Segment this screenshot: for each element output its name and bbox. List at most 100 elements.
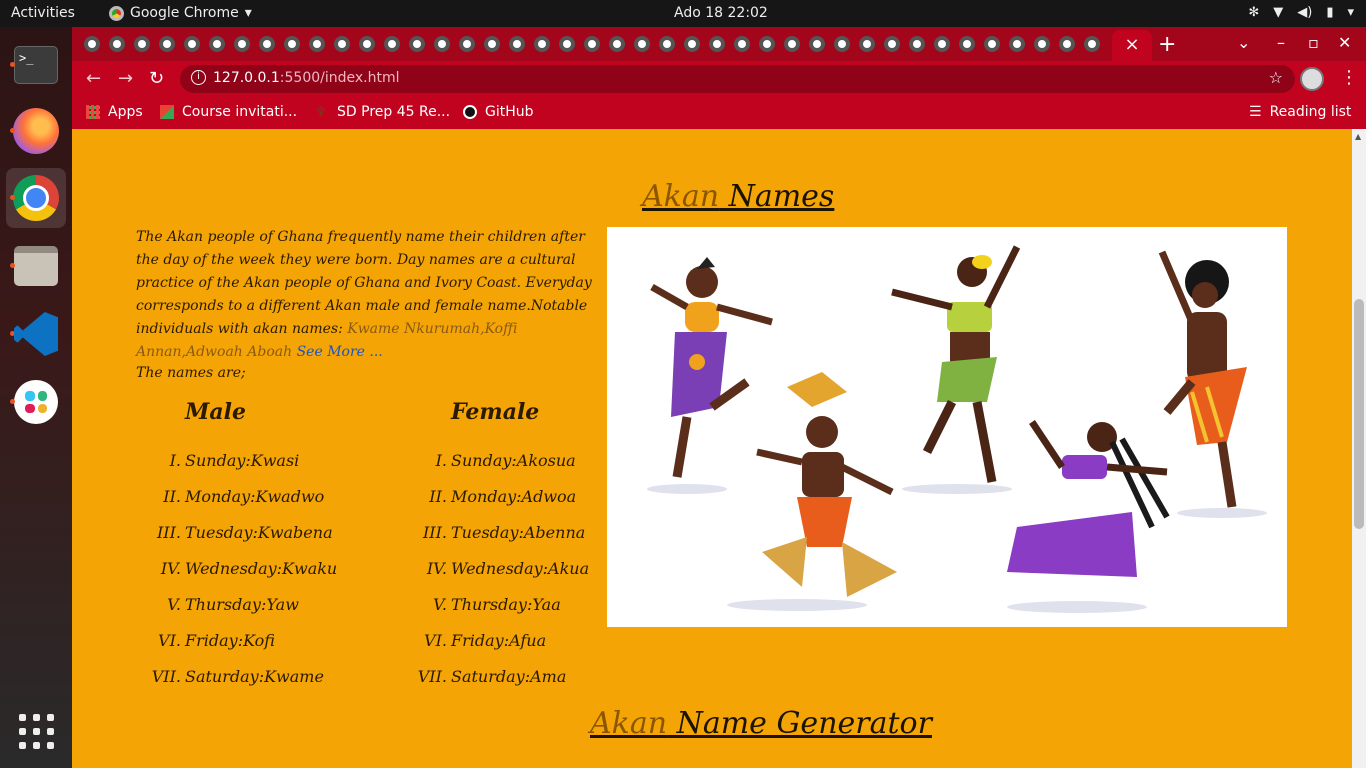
tab-favicon-icon[interactable] bbox=[1009, 36, 1025, 52]
tab-favicon-icon[interactable] bbox=[659, 36, 675, 52]
list-item: II. Monday:Kwadwo bbox=[145, 479, 337, 515]
back-arrow-icon[interactable]: ← bbox=[86, 68, 101, 89]
dock-chrome[interactable] bbox=[6, 168, 66, 228]
tab-favicon-icon[interactable] bbox=[1059, 36, 1075, 52]
more-menu-icon[interactable]: ⋮ bbox=[1340, 67, 1358, 88]
list-item: VI. Friday:Afua bbox=[411, 623, 589, 659]
app-menu[interactable]: Google Chrome ▾ bbox=[109, 5, 252, 21]
tab-favicon-icon[interactable] bbox=[534, 36, 550, 52]
active-tab[interactable]: × bbox=[1112, 30, 1152, 61]
bookmark-sd-prep[interactable]: ♆ SD Prep 45 Re... bbox=[315, 104, 450, 120]
tab-favicon-icon[interactable] bbox=[509, 36, 525, 52]
tab-favicon-icon[interactable] bbox=[709, 36, 725, 52]
tab-favicon-icon[interactable] bbox=[784, 36, 800, 52]
tab-favicon-icon[interactable] bbox=[684, 36, 700, 52]
tab-favicon-icon[interactable] bbox=[934, 36, 950, 52]
list-number: I. bbox=[435, 451, 447, 470]
dock-vscode[interactable] bbox=[6, 304, 66, 364]
activities-button[interactable]: Activities bbox=[11, 5, 75, 21]
site-info-icon[interactable]: i bbox=[191, 70, 206, 85]
female-heading: Female bbox=[451, 399, 540, 425]
files-icon bbox=[14, 246, 58, 286]
clock[interactable]: Ado 18 22:02 bbox=[674, 5, 768, 21]
minimize-icon[interactable]: – bbox=[1277, 33, 1285, 52]
scrollbar-thumb[interactable] bbox=[1354, 299, 1364, 529]
tab-favicon-icon[interactable] bbox=[284, 36, 300, 52]
tab-favicon-icon[interactable] bbox=[434, 36, 450, 52]
maximize-icon[interactable]: ▫ bbox=[1308, 33, 1319, 52]
list-number: I. bbox=[169, 451, 181, 470]
tab-favicon-icon[interactable] bbox=[559, 36, 575, 52]
bookmark-star-icon[interactable]: ☆ bbox=[1269, 68, 1283, 87]
bookmark-apps[interactable]: Apps bbox=[86, 104, 143, 120]
tab-favicon-icon[interactable] bbox=[259, 36, 275, 52]
vscode-icon bbox=[14, 312, 58, 356]
see-more-link[interactable]: See More ... bbox=[297, 344, 383, 360]
tab-favicon-icon[interactable] bbox=[859, 36, 875, 52]
reload-icon[interactable]: ↻ bbox=[149, 68, 164, 89]
list-item: VII. Saturday:Ama bbox=[411, 659, 589, 695]
tab-favicon-icon[interactable] bbox=[484, 36, 500, 52]
dock-slack[interactable] bbox=[6, 372, 66, 432]
tab-favicon-icon[interactable] bbox=[309, 36, 325, 52]
slack-tray-icon[interactable]: ✻ bbox=[1248, 5, 1259, 20]
tab-favicon-icon[interactable] bbox=[959, 36, 975, 52]
tab-favicon-icon[interactable] bbox=[834, 36, 850, 52]
dock-firefox[interactable] bbox=[6, 101, 66, 161]
forward-arrow-icon[interactable]: → bbox=[118, 68, 133, 89]
bookmark-label: Course invitati... bbox=[182, 104, 298, 120]
bookmarks-bar: Apps Course invitati... ♆ SD Prep 45 Re.… bbox=[72, 97, 1366, 129]
tab-favicon-icon[interactable] bbox=[184, 36, 200, 52]
tab-favicon-icon[interactable] bbox=[234, 36, 250, 52]
dancer-5 bbox=[1158, 250, 1247, 508]
list-number: II. bbox=[429, 487, 447, 506]
close-window-icon[interactable]: ✕ bbox=[1338, 33, 1351, 52]
wifi-icon[interactable]: ▼ bbox=[1273, 5, 1283, 20]
address-bar[interactable]: i 127.0.0.1:5500/index.html ☆ bbox=[180, 65, 1295, 93]
tab-favicon-icon[interactable] bbox=[809, 36, 825, 52]
dock-terminal[interactable]: >_ bbox=[6, 35, 66, 95]
browser-toolbar: ← → ↻ i 127.0.0.1:5500/index.html ☆ ⋮ bbox=[72, 61, 1366, 97]
tab-favicon-icon[interactable] bbox=[584, 36, 600, 52]
profile-avatar[interactable] bbox=[1300, 67, 1324, 91]
reading-list-button[interactable]: ☰ Reading list bbox=[1249, 104, 1351, 120]
new-tab-button[interactable]: + bbox=[1158, 32, 1176, 57]
tab-favicon-icon[interactable] bbox=[884, 36, 900, 52]
tab-favicon-icon[interactable] bbox=[359, 36, 375, 52]
tab-favicon-icon[interactable] bbox=[1034, 36, 1050, 52]
tab-favicon-icon[interactable] bbox=[384, 36, 400, 52]
system-tray[interactable]: ✻ ▼ ◀) ▮ ▾ bbox=[1248, 5, 1354, 20]
list-number: VI. bbox=[424, 631, 447, 650]
dock-files[interactable] bbox=[6, 236, 66, 296]
names-intro: The names are; bbox=[136, 365, 246, 381]
tab-favicon-icon[interactable] bbox=[84, 36, 100, 52]
close-tab-icon[interactable]: × bbox=[1124, 34, 1139, 55]
list-number: V. bbox=[433, 595, 447, 614]
tab-favicon-icon[interactable] bbox=[134, 36, 150, 52]
tab-favicon-icon[interactable] bbox=[109, 36, 125, 52]
bookmark-github[interactable]: GitHub bbox=[463, 104, 534, 120]
tab-favicon-icon[interactable] bbox=[909, 36, 925, 52]
list-item: IV. Wednesday:Kwaku bbox=[145, 551, 337, 587]
scroll-up-arrow-icon[interactable]: ▲ bbox=[1355, 132, 1361, 141]
page-scrollbar[interactable]: ▲ bbox=[1352, 129, 1366, 768]
tab-favicon-icon[interactable] bbox=[159, 36, 175, 52]
apps-grid-icon bbox=[86, 105, 100, 119]
tab-favicon-icon[interactable] bbox=[459, 36, 475, 52]
tab-search-icon[interactable]: ⌄ bbox=[1237, 33, 1250, 52]
tab-favicon-icon[interactable] bbox=[409, 36, 425, 52]
bookmark-course-invitation[interactable]: Course invitati... bbox=[160, 104, 297, 120]
show-applications-button[interactable] bbox=[6, 701, 66, 761]
tab-favicon-icon[interactable] bbox=[734, 36, 750, 52]
battery-icon[interactable]: ▮ bbox=[1326, 5, 1333, 20]
dancers-illustration bbox=[607, 227, 1287, 627]
volume-icon[interactable]: ◀) bbox=[1297, 5, 1312, 20]
chevron-down-icon[interactable]: ▾ bbox=[1347, 5, 1354, 20]
tab-favicon-icon[interactable] bbox=[1084, 36, 1100, 52]
tab-favicon-icon[interactable] bbox=[209, 36, 225, 52]
tab-favicon-icon[interactable] bbox=[759, 36, 775, 52]
tab-favicon-icon[interactable] bbox=[984, 36, 1000, 52]
tab-favicon-icon[interactable] bbox=[634, 36, 650, 52]
tab-favicon-icon[interactable] bbox=[334, 36, 350, 52]
tab-favicon-icon[interactable] bbox=[609, 36, 625, 52]
